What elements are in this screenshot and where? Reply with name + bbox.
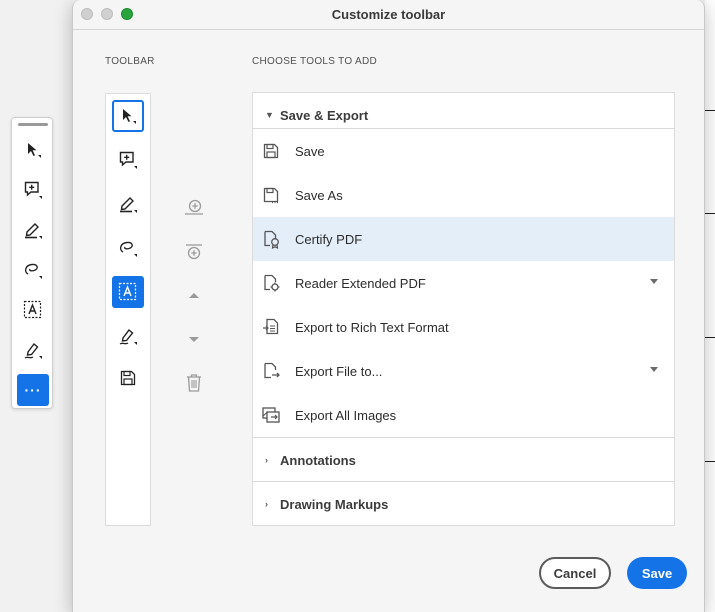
export-file-icon: [261, 361, 281, 381]
toolbar-item-text-select[interactable]: [112, 276, 144, 308]
document-rule: [705, 110, 715, 111]
list-item-label: Certify PDF: [295, 231, 363, 247]
list-item-label: Save As: [295, 187, 343, 203]
group-drawing-markups[interactable]: › Drawing Markups: [253, 482, 674, 526]
export-rtf-icon: [261, 317, 281, 337]
document-rule: [705, 461, 715, 462]
list-item-label: Export File to...: [295, 363, 383, 379]
export-images-icon: [261, 405, 281, 425]
toolbar-item-draw[interactable]: [112, 232, 144, 264]
list-item-label: Save: [295, 143, 325, 159]
toolbar-item-save[interactable]: [112, 362, 144, 394]
more-tools-icon: ···: [24, 382, 42, 398]
move-down-icon[interactable]: [183, 329, 205, 351]
draw-freeform-icon: [119, 241, 137, 257]
list-item-label: Reader Extended PDF: [295, 275, 426, 291]
chevron-down-icon: ▼: [265, 110, 274, 120]
highlight-pen-icon: [120, 197, 137, 213]
toolbar-item-comment[interactable]: [112, 144, 144, 176]
quick-tools-bar: ···: [11, 117, 53, 409]
background-document-right: [705, 0, 715, 612]
cancel-button[interactable]: Cancel: [539, 557, 611, 589]
customize-toolbar-dialog: Customize toolbar TOOLBAR CHOOSE TOOLS T…: [72, 0, 705, 612]
document-rule: [705, 337, 715, 338]
toolbar-item-fill-sign[interactable]: [112, 320, 144, 352]
chevron-right-icon: ›: [265, 499, 268, 509]
add-comment-icon: [119, 151, 137, 169]
save-icon: [120, 370, 136, 386]
title-bar: Customize toolbar: [73, 0, 704, 30]
text-select-icon[interactable]: [17, 294, 49, 326]
group-title: Drawing Markups: [280, 496, 389, 512]
list-item-save[interactable]: Save: [253, 129, 674, 173]
select-arrow-icon: [123, 109, 136, 124]
toolbar-item-select[interactable]: [112, 100, 144, 132]
drag-handle[interactable]: [18, 123, 48, 126]
list-item-certify-pdf[interactable]: Certify PDF: [253, 217, 674, 261]
current-toolbar-list: [105, 93, 151, 526]
list-item-label: Export All Images: [295, 407, 397, 423]
save-button[interactable]: Save: [627, 557, 687, 589]
highlight-pen-icon[interactable]: [17, 214, 49, 246]
group-title: Save & Export: [280, 107, 369, 123]
group-title: Annotations: [280, 452, 356, 468]
add-tool-icon[interactable]: [183, 196, 205, 218]
draw-freeform-icon[interactable]: [17, 254, 49, 286]
move-up-icon[interactable]: [183, 284, 205, 306]
save-as-icon: [261, 185, 281, 205]
chevron-right-icon: ›: [265, 455, 268, 465]
dialog-title: Customize toolbar: [331, 7, 446, 22]
document-rule: [705, 213, 715, 214]
list-item-label: Export to Rich Text Format: [295, 319, 449, 335]
save-icon: [261, 141, 281, 161]
reader-extended-icon: [261, 273, 281, 293]
select-arrow-icon[interactable]: [17, 134, 49, 166]
list-item-save-as[interactable]: Save As: [253, 173, 674, 217]
chevron-down-icon[interactable]: [650, 367, 658, 372]
fill-sign-icon: [119, 328, 137, 345]
list-item-reader-extended-pdf[interactable]: Reader Extended PDF: [253, 261, 674, 305]
add-comment-icon[interactable]: [17, 174, 49, 206]
toolbar-item-highlight[interactable]: [112, 188, 144, 220]
fill-sign-icon[interactable]: [17, 334, 49, 366]
list-item-export-rtf[interactable]: Export to Rich Text Format: [253, 305, 674, 349]
chevron-down-icon[interactable]: [650, 279, 658, 284]
text-select-icon: [118, 282, 137, 301]
tools-list-panel: ▼ Save & Export Save Save As Certify PDF: [252, 92, 675, 526]
delete-tool-icon[interactable]: [183, 372, 205, 394]
group-annotations[interactable]: › Annotations: [253, 438, 674, 482]
add-divider-icon[interactable]: [183, 241, 205, 263]
toolbar-section-label: TOOLBAR: [105, 56, 155, 67]
list-item-export-file[interactable]: Export File to...: [253, 349, 674, 393]
tools-section-label: CHOOSE TOOLS TO ADD: [252, 56, 377, 67]
certify-pdf-icon: [261, 229, 281, 249]
more-tools-button[interactable]: ···: [17, 374, 49, 406]
list-item-export-images[interactable]: Export All Images: [253, 393, 674, 437]
